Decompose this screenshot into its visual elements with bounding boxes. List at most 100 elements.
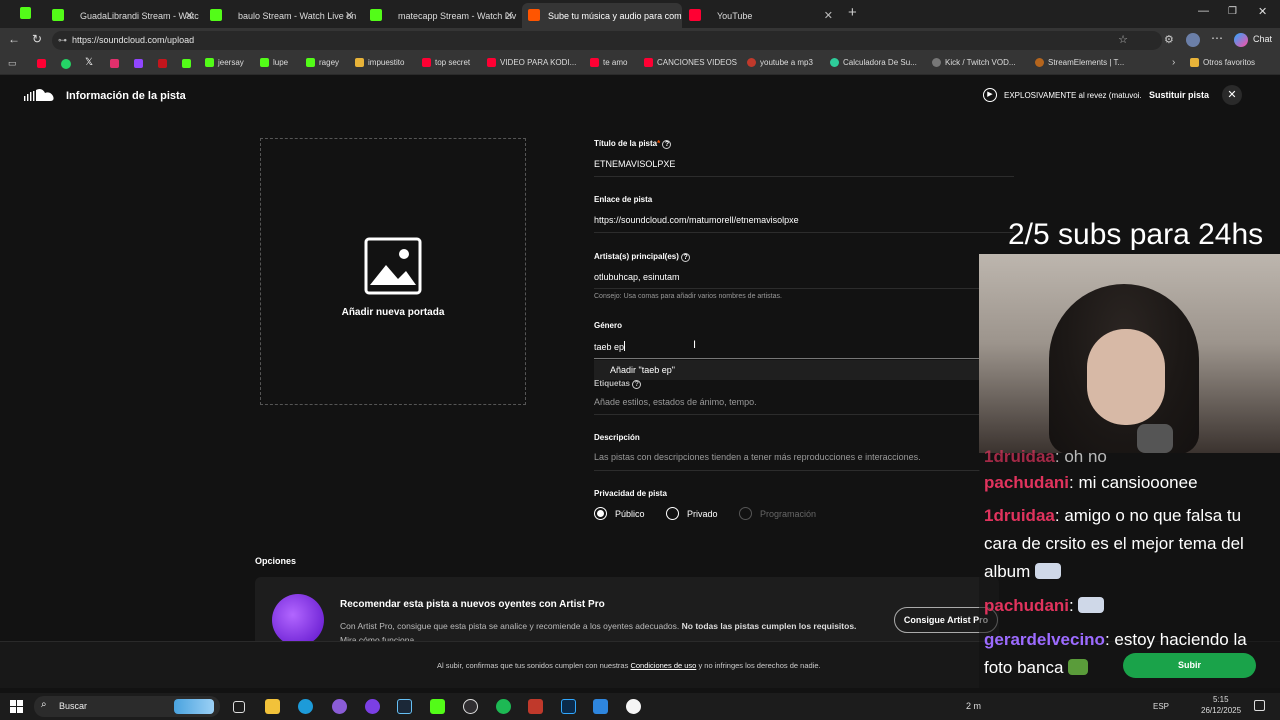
new-tab-icon[interactable]: + bbox=[848, 4, 857, 21]
stream-goal-text: 2/5 subs para 24hs bbox=[1008, 218, 1264, 251]
file-explorer-icon[interactable] bbox=[265, 699, 280, 714]
bookmark-te-amo[interactable]: te amo bbox=[590, 58, 627, 67]
maximize-icon[interactable]: ❐ bbox=[1228, 6, 1237, 17]
bookmark-lupe[interactable]: lupe bbox=[260, 58, 288, 67]
webcam-overlay bbox=[979, 254, 1280, 453]
bookmark-impuestito[interactable]: impuestito bbox=[355, 58, 404, 67]
bookmark-label: Calculadora De Su... bbox=[843, 58, 917, 67]
kick-icon bbox=[260, 58, 269, 67]
url-input[interactable]: ⊶ https://soundcloud.com/upload ☆ bbox=[52, 31, 1162, 50]
youtube-icon bbox=[487, 58, 496, 67]
bookmark-jeersay[interactable]: jeersay bbox=[205, 58, 244, 67]
track-link-input[interactable]: https://soundcloud.com/matumorell/etnema… bbox=[594, 215, 799, 225]
bookmark-red-icon[interactable] bbox=[158, 59, 167, 68]
photoshop-icon[interactable] bbox=[561, 699, 576, 714]
bookmark-streamelements[interactable]: StreamElements | T... bbox=[1035, 58, 1124, 67]
notifications-icon[interactable] bbox=[1254, 700, 1265, 711]
chat-button[interactable]: Chat bbox=[1253, 34, 1272, 44]
favorite-star-icon[interactable]: ☆ bbox=[1118, 31, 1128, 50]
obs-icon[interactable] bbox=[463, 699, 478, 714]
windows-start-icon[interactable] bbox=[10, 700, 23, 718]
video-app-icon[interactable] bbox=[528, 699, 543, 714]
copilot-icon[interactable] bbox=[1234, 33, 1248, 47]
kick-icon[interactable] bbox=[20, 7, 31, 19]
emote-icon bbox=[1078, 597, 1105, 613]
chevron-right-icon[interactable]: › bbox=[1172, 57, 1175, 68]
close-window-icon[interactable]: ✕ bbox=[1258, 5, 1267, 18]
close-icon[interactable]: ✕ bbox=[1222, 85, 1242, 105]
close-tab-icon[interactable]: ✕ bbox=[185, 9, 194, 22]
profile-avatar[interactable] bbox=[1186, 33, 1200, 47]
genre-suggestion-dropdown[interactable]: Añadir "taeb ep" bbox=[594, 360, 980, 380]
artists-hint: Consejo: Usa comas para añadir varios no… bbox=[594, 293, 782, 300]
artists-input[interactable]: otlubuhcap, esinutam bbox=[594, 272, 680, 282]
clock-date[interactable]: 26/12/2025 bbox=[1201, 706, 1241, 715]
bookmark-ragey[interactable]: ragey bbox=[306, 58, 339, 67]
instagram-icon[interactable] bbox=[110, 59, 119, 68]
terms-text: Al subir, confirmas que tus sonidos cump… bbox=[437, 661, 821, 670]
replace-track-button[interactable]: Sustituir pista bbox=[1149, 90, 1209, 100]
genre-input[interactable]: taeb ep bbox=[594, 341, 626, 352]
url-text: https://soundcloud.com/upload bbox=[72, 35, 195, 45]
privacy-public-radio[interactable]: Público bbox=[594, 507, 645, 520]
site-info-icon[interactable]: ⊶ bbox=[58, 31, 67, 50]
minimize-icon[interactable]: — bbox=[1198, 5, 1209, 17]
soundcloud-logo-icon[interactable] bbox=[24, 88, 55, 107]
tags-input[interactable]: Añade estilos, estados de ánimo, tempo. bbox=[594, 397, 757, 407]
tab-title: matecapp Stream - Watch Liv bbox=[398, 10, 517, 21]
language-indicator[interactable]: ESP bbox=[1153, 702, 1169, 711]
privacy-private-radio[interactable]: Privado bbox=[666, 507, 718, 520]
windows-taskbar: ⌕ Buscar 2 m ESP 5:15 26/12/2025 bbox=[0, 693, 1280, 720]
info-icon[interactable]: ? bbox=[632, 380, 642, 389]
back-icon[interactable]: ← bbox=[8, 32, 20, 46]
bookmark-kick-twitch-vod[interactable]: Kick / Twitch VOD... bbox=[932, 58, 1016, 67]
bookmark-other-favorites[interactable]: Otros favoritos bbox=[1190, 58, 1255, 67]
info-icon[interactable]: ? bbox=[662, 140, 672, 149]
play-icon[interactable]: ▶ bbox=[983, 88, 997, 102]
track-title-input[interactable]: ETNEMAVISOLPXE bbox=[594, 159, 675, 169]
radio-label: Programación bbox=[760, 508, 817, 519]
description-input[interactable]: Las pistas con descripciones tienden a t… bbox=[594, 452, 921, 462]
bookmark-youtube-mp3[interactable]: youtube a mp3 bbox=[747, 58, 813, 67]
upload-button[interactable]: Subir bbox=[1123, 653, 1256, 678]
kick-icon[interactable] bbox=[182, 59, 191, 68]
bookmark-video-kodi[interactable]: VIDEO PARA KODI... bbox=[487, 58, 576, 67]
steam-icon[interactable] bbox=[397, 699, 412, 714]
kick-icon[interactable] bbox=[430, 699, 445, 714]
more-menu-icon[interactable]: ⋯ bbox=[1211, 31, 1223, 45]
folder-icon bbox=[1190, 58, 1199, 67]
genre-suggestion-item[interactable]: Añadir "taeb ep" bbox=[610, 365, 675, 375]
x-icon[interactable]: 𝕏 bbox=[85, 57, 93, 68]
app-icon[interactable] bbox=[332, 699, 347, 714]
bookmark-icon-1[interactable] bbox=[37, 59, 46, 68]
bookmark-top-secret[interactable]: top secret bbox=[422, 58, 470, 67]
tab-matecapp[interactable]: matecapp Stream - Watch Liv ✕ bbox=[364, 3, 520, 28]
terms-link[interactable]: Condiciones de uso bbox=[630, 661, 696, 670]
tab-guadalibrandi[interactable]: GuadaLibrandi Stream - Watc ✕ bbox=[46, 3, 200, 28]
tab-youtube[interactable]: YouTube ✕ bbox=[683, 3, 839, 28]
extensions-icon[interactable]: ⚙ bbox=[1164, 33, 1174, 46]
collections-icon[interactable]: ▭ bbox=[8, 58, 17, 69]
close-tab-icon[interactable]: ✕ bbox=[345, 9, 354, 22]
info-icon[interactable]: ? bbox=[681, 253, 691, 262]
privacy-scheduled-radio[interactable]: Programación bbox=[739, 507, 816, 520]
spotify-icon[interactable] bbox=[496, 699, 511, 714]
task-view-icon[interactable] bbox=[233, 701, 245, 713]
canva-icon[interactable] bbox=[365, 699, 380, 714]
twitch-icon[interactable] bbox=[134, 59, 143, 68]
chat-message: pachudani: bbox=[984, 592, 1276, 620]
taskbar-search[interactable]: ⌕ Buscar bbox=[34, 696, 220, 717]
reload-icon[interactable]: ↻ bbox=[32, 32, 42, 46]
bookmark-calculadora[interactable]: Calculadora De Su... bbox=[830, 58, 917, 67]
edge-icon[interactable] bbox=[298, 699, 313, 714]
close-tab-icon[interactable]: ✕ bbox=[824, 9, 833, 22]
close-tab-icon[interactable]: ✕ bbox=[505, 9, 514, 22]
whatsapp-icon[interactable] bbox=[61, 59, 71, 69]
photos-icon[interactable] bbox=[593, 699, 608, 714]
media-player-icon[interactable] bbox=[626, 699, 641, 714]
artwork-dropzone[interactable]: Añadir nueva portada bbox=[260, 138, 526, 405]
bookmark-canciones-videos[interactable]: CANCIONES VIDEOS bbox=[644, 58, 737, 67]
clock-time[interactable]: 5:15 bbox=[1213, 695, 1229, 704]
tab-soundcloud-upload[interactable]: Sube tu música y audio para comp bbox=[522, 3, 682, 28]
tab-baulo[interactable]: baulo Stream - Watch Live on ✕ bbox=[204, 3, 360, 28]
